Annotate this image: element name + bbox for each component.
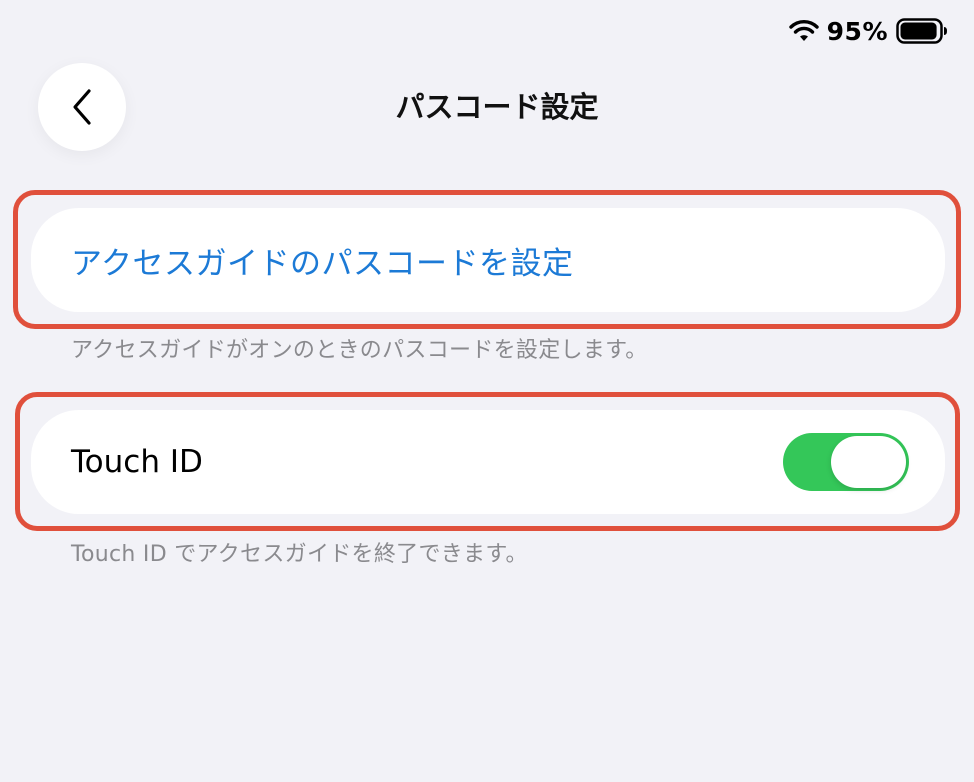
set-passcode-cell[interactable]: アクセスガイドのパスコードを設定 bbox=[31, 208, 945, 312]
status-bar: 95% bbox=[788, 14, 948, 48]
touch-id-toggle[interactable] bbox=[783, 433, 909, 491]
battery-percent: 95% bbox=[826, 16, 888, 46]
wifi-icon bbox=[788, 19, 819, 43]
touch-id-label: Touch ID bbox=[71, 444, 203, 480]
touch-id-footnote: Touch ID でアクセスガイドを終了できます。 bbox=[71, 542, 528, 567]
battery-icon bbox=[896, 18, 948, 44]
touch-id-cell: Touch ID bbox=[31, 410, 945, 514]
page-title: パスコード設定 bbox=[395, 90, 599, 124]
toggle-knob bbox=[831, 436, 906, 488]
set-passcode-link[interactable]: アクセスガイドのパスコードを設定 bbox=[71, 238, 573, 283]
passcode-footnote: アクセスガイドがオンのときのパスコードを設定します。 bbox=[71, 338, 648, 363]
battery-fill bbox=[900, 22, 937, 40]
